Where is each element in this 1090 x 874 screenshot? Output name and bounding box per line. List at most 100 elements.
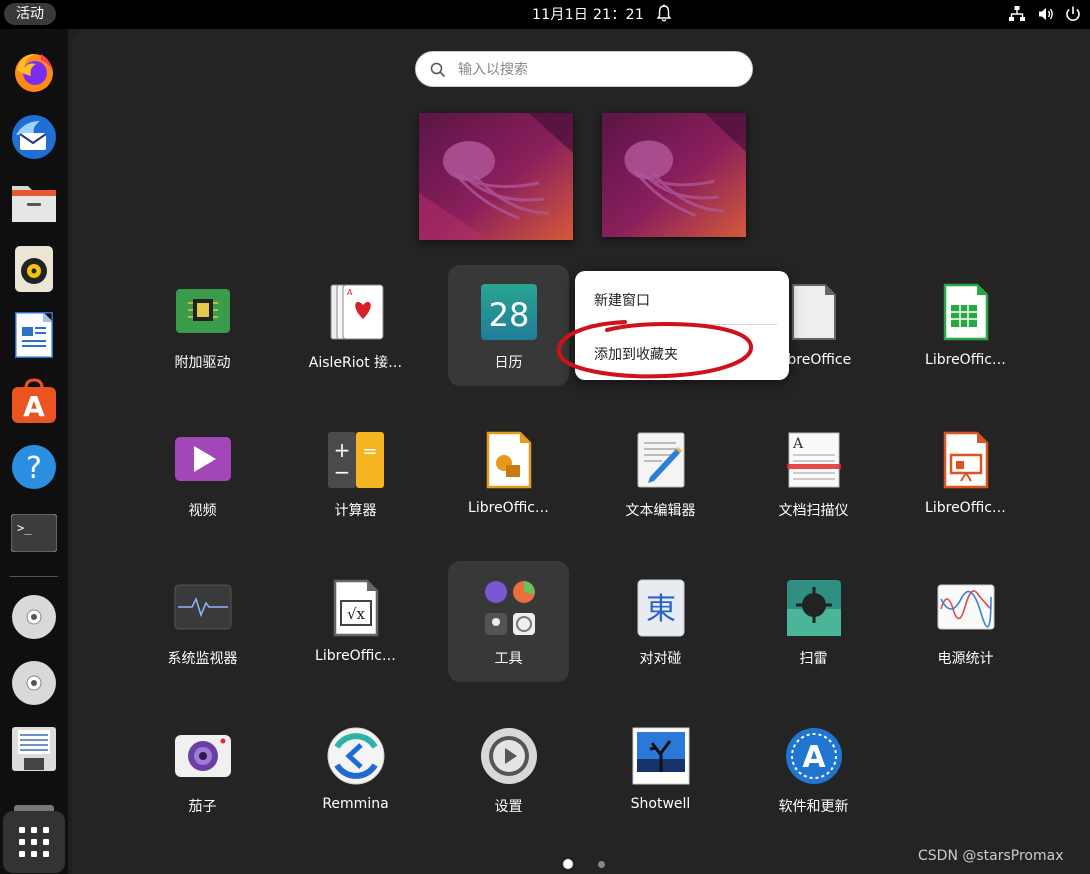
- settings-icon: [481, 728, 537, 784]
- rhythmbox-icon[interactable]: [8, 243, 60, 295]
- app-folder-tools[interactable]: 工具: [448, 561, 569, 682]
- app-settings[interactable]: 设置: [448, 709, 569, 830]
- app-label: 对对碰: [639, 651, 682, 667]
- power-statistics-icon: [937, 584, 995, 630]
- search-bar[interactable]: [415, 51, 753, 87]
- app-calendar[interactable]: 28 日历: [448, 265, 569, 386]
- calendar-icon: 28: [481, 284, 537, 340]
- app-calculator[interactable]: + − = 计算器: [295, 413, 416, 534]
- calendar-date: 28: [489, 296, 530, 334]
- floppy-icon[interactable]: [8, 723, 60, 775]
- dock-separator: [10, 576, 58, 577]
- svg-text:+: +: [334, 438, 351, 462]
- app-libreoffice-math[interactable]: √x LibreOffic…: [295, 561, 416, 682]
- search-icon: [430, 62, 446, 78]
- app-label: 扫雷: [799, 651, 828, 667]
- app-mines[interactable]: 扫雷: [753, 561, 874, 682]
- mines-icon: [787, 580, 841, 636]
- app-shotwell[interactable]: Shotwell: [600, 709, 721, 830]
- svg-text:A: A: [347, 288, 353, 297]
- app-label: 设置: [494, 799, 523, 815]
- app-label: LibreOffic…: [925, 352, 1006, 368]
- svg-text:A: A: [792, 436, 804, 452]
- app-label: Shotwell: [630, 796, 691, 812]
- app-label: 文档扫描仪: [778, 503, 849, 519]
- svg-text:√x: √x: [347, 605, 366, 623]
- disc-icon[interactable]: [8, 657, 60, 709]
- app-label: AisleRiot 接…: [308, 355, 403, 371]
- svg-text:A: A: [23, 390, 45, 423]
- libreoffice-impress-icon: [943, 431, 989, 489]
- app-system-monitor[interactable]: 系统监视器: [142, 561, 263, 682]
- app-label: Remmina: [322, 796, 389, 812]
- terminal-icon[interactable]: >_: [8, 507, 60, 559]
- watermark: CSDN @starsPromax: [918, 848, 1064, 864]
- app-remmina[interactable]: Remmina: [295, 709, 416, 830]
- system-monitor-icon: [174, 584, 232, 630]
- app-videos[interactable]: 视频: [142, 413, 263, 534]
- app-software-updates[interactable]: A 软件和更新: [753, 709, 874, 830]
- libreoffice-writer-icon[interactable]: [8, 309, 60, 361]
- app-label: LibreOffic…: [468, 500, 549, 516]
- folder-tools-icon: [485, 581, 535, 635]
- page-dot-active[interactable]: [563, 859, 573, 869]
- workspace-thumbnail[interactable]: [419, 113, 573, 240]
- show-apps-button[interactable]: [3, 811, 65, 873]
- app-libreoffice-impress[interactable]: LibreOffic…: [905, 413, 1026, 534]
- power-icon[interactable]: [1064, 5, 1082, 23]
- page-dot[interactable]: [598, 861, 605, 868]
- app-label: 文本编辑器: [625, 503, 696, 519]
- app-label: 工具: [494, 651, 523, 667]
- scanner-icon: A: [787, 432, 841, 488]
- annotation-circle: [556, 320, 753, 379]
- thunderbird-icon[interactable]: [8, 111, 60, 163]
- svg-text:>_: >_: [17, 521, 32, 535]
- files-icon[interactable]: [8, 177, 60, 229]
- shotwell-icon: [632, 727, 690, 785]
- network-icon[interactable]: [1008, 5, 1026, 23]
- grid-icon: [19, 827, 49, 857]
- app-label: 附加驱动: [174, 355, 231, 371]
- app-power-statistics[interactable]: 电源统计: [905, 561, 1026, 682]
- cards-icon: A: [330, 284, 384, 340]
- app-libreoffice-draw[interactable]: LibreOffic…: [448, 413, 569, 534]
- activities-button[interactable]: 活动: [4, 3, 56, 25]
- firefox-icon[interactable]: [8, 45, 60, 97]
- app-text-editor[interactable]: 文本编辑器: [600, 413, 721, 534]
- app-aisleriot[interactable]: A AisleRiot 接…: [295, 265, 416, 386]
- volume-icon[interactable]: [1037, 5, 1055, 23]
- app-additional-drivers[interactable]: 附加驱动: [142, 265, 263, 386]
- mahjongg-icon: 東: [637, 579, 685, 637]
- app-label: 茄子: [188, 799, 217, 815]
- help-icon[interactable]: ?: [8, 441, 60, 493]
- software-updates-icon: A: [786, 728, 842, 784]
- menu-item-new-window[interactable]: 新建窗口: [594, 290, 650, 310]
- app-label: LibreOffic…: [315, 648, 396, 664]
- libreoffice-calc-icon: [943, 283, 989, 341]
- libreoffice-draw-icon: [486, 431, 532, 489]
- libreoffice-math-icon: √x: [333, 579, 379, 637]
- search-input[interactable]: [456, 59, 740, 81]
- app-cheese[interactable]: 茄子: [142, 709, 263, 830]
- app-label: LibreOffic…: [925, 500, 1006, 516]
- app-document-scanner[interactable]: A 文档扫描仪: [753, 413, 874, 534]
- chip-icon: [176, 289, 230, 333]
- app-center-icon[interactable]: A: [8, 375, 60, 427]
- clock[interactable]: 11月1日 21：21: [532, 5, 644, 25]
- app-mahjongg[interactable]: 東 对对碰: [600, 561, 721, 682]
- calculator-icon: + − =: [328, 432, 384, 488]
- workspace-thumbnail[interactable]: [602, 113, 746, 237]
- remmina-icon: [327, 727, 385, 785]
- svg-text:?: ?: [26, 451, 42, 486]
- svg-text:−: −: [334, 460, 351, 484]
- svg-text:東: 東: [646, 592, 676, 627]
- bell-icon[interactable]: [656, 4, 672, 24]
- app-label: 软件和更新: [778, 799, 849, 815]
- top-bar: 活动 11月1日 21：21: [0, 0, 1090, 29]
- libreoffice-icon: [792, 284, 836, 340]
- svg-text:=: =: [362, 441, 377, 462]
- dock: A ? >_: [0, 29, 68, 874]
- disc-icon[interactable]: [8, 591, 60, 643]
- cheese-icon: [175, 735, 231, 777]
- app-libreoffice-calc[interactable]: LibreOffic…: [905, 265, 1026, 386]
